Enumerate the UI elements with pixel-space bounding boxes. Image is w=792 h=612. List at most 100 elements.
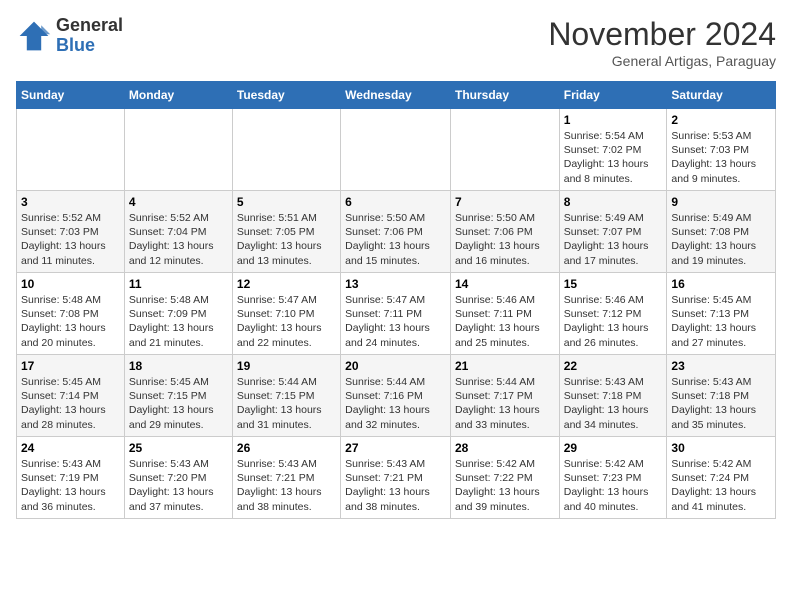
calendar-cell: 30 Sunrise: 5:42 AM Sunset: 7:24 PM Dayli… <box>667 437 776 519</box>
calendar-cell: 14Sunrise: 5:46 AM Sunset: 7:11 PM Dayli… <box>450 273 559 355</box>
day-number: 2 <box>671 113 771 127</box>
day-number: 26 <box>237 441 336 455</box>
day-number: 11 <box>129 277 228 291</box>
day-info: Sunrise: 5:43 AM Sunset: 7:21 PM Dayligh… <box>237 457 336 514</box>
calendar-cell: 27 Sunrise: 5:43 AM Sunset: 7:21 PM Dayli… <box>341 437 451 519</box>
calendar-week-4: 17Sunrise: 5:45 AM Sunset: 7:14 PM Dayli… <box>17 355 776 437</box>
day-header-monday: Monday <box>124 82 232 109</box>
day-number: 16 <box>671 277 771 291</box>
calendar-cell: 26 Sunrise: 5:43 AM Sunset: 7:21 PM Dayli… <box>232 437 340 519</box>
day-info: Sunrise: 5:49 AM Sunset: 7:08 PM Dayligh… <box>671 211 771 268</box>
calendar-cell: 10 Sunrise: 5:48 AM Sunset: 7:08 PM Dayli… <box>17 273 125 355</box>
calendar-cell: 1Sunrise: 5:54 AM Sunset: 7:02 PM Daylig… <box>559 109 667 191</box>
day-info: Sunrise: 5:48 AM Sunset: 7:08 PM Dayligh… <box>21 293 120 350</box>
day-info: Sunrise: 5:45 AM Sunset: 7:15 PM Dayligh… <box>129 375 228 432</box>
calendar-cell: 23 Sunrise: 5:43 AM Sunset: 7:18 PM Dayli… <box>667 355 776 437</box>
day-info: Sunrise: 5:53 AM Sunset: 7:03 PM Dayligh… <box>671 129 771 186</box>
day-number: 21 <box>455 359 555 373</box>
title-block: November 2024 General Artigas, Paraguay <box>548 16 776 69</box>
day-header-friday: Friday <box>559 82 667 109</box>
day-header-tuesday: Tuesday <box>232 82 340 109</box>
day-header-sunday: Sunday <box>17 82 125 109</box>
day-info: Sunrise: 5:45 AM Sunset: 7:13 PM Dayligh… <box>671 293 771 350</box>
day-number: 7 <box>455 195 555 209</box>
day-header-wednesday: Wednesday <box>341 82 451 109</box>
calendar-cell: 19 Sunrise: 5:44 AM Sunset: 7:15 PM Dayli… <box>232 355 340 437</box>
calendar-week-3: 10 Sunrise: 5:48 AM Sunset: 7:08 PM Dayli… <box>17 273 776 355</box>
day-info: Sunrise: 5:49 AM Sunset: 7:07 PM Dayligh… <box>564 211 663 268</box>
calendar-week-5: 24 Sunrise: 5:43 AM Sunset: 7:19 PM Dayli… <box>17 437 776 519</box>
day-info: Sunrise: 5:47 AM Sunset: 7:11 PM Dayligh… <box>345 293 446 350</box>
day-info: Sunrise: 5:48 AM Sunset: 7:09 PM Dayligh… <box>129 293 228 350</box>
day-number: 30 <box>671 441 771 455</box>
calendar-week-1: 1Sunrise: 5:54 AM Sunset: 7:02 PM Daylig… <box>17 109 776 191</box>
day-number: 9 <box>671 195 771 209</box>
calendar-table: SundayMondayTuesdayWednesdayThursdayFrid… <box>16 81 776 519</box>
calendar-header-row: SundayMondayTuesdayWednesdayThursdayFrid… <box>17 82 776 109</box>
calendar-cell: 22 Sunrise: 5:43 AM Sunset: 7:18 PM Dayli… <box>559 355 667 437</box>
day-number: 10 <box>21 277 120 291</box>
day-info: Sunrise: 5:43 AM Sunset: 7:18 PM Dayligh… <box>564 375 663 432</box>
calendar-cell: 24 Sunrise: 5:43 AM Sunset: 7:19 PM Dayli… <box>17 437 125 519</box>
calendar-cell <box>341 109 451 191</box>
day-info: Sunrise: 5:43 AM Sunset: 7:18 PM Dayligh… <box>671 375 771 432</box>
day-number: 23 <box>671 359 771 373</box>
day-info: Sunrise: 5:52 AM Sunset: 7:04 PM Dayligh… <box>129 211 228 268</box>
day-info: Sunrise: 5:43 AM Sunset: 7:19 PM Dayligh… <box>21 457 120 514</box>
day-info: Sunrise: 5:44 AM Sunset: 7:17 PM Dayligh… <box>455 375 555 432</box>
day-header-saturday: Saturday <box>667 82 776 109</box>
day-number: 24 <box>21 441 120 455</box>
calendar-cell <box>450 109 559 191</box>
day-number: 20 <box>345 359 446 373</box>
calendar-cell: 16 Sunrise: 5:45 AM Sunset: 7:13 PM Dayli… <box>667 273 776 355</box>
day-number: 4 <box>129 195 228 209</box>
calendar-cell: 21 Sunrise: 5:44 AM Sunset: 7:17 PM Dayli… <box>450 355 559 437</box>
day-number: 18 <box>129 359 228 373</box>
day-info: Sunrise: 5:44 AM Sunset: 7:16 PM Dayligh… <box>345 375 446 432</box>
calendar-cell: 8 Sunrise: 5:49 AM Sunset: 7:07 PM Daylig… <box>559 191 667 273</box>
calendar-cell: 4 Sunrise: 5:52 AM Sunset: 7:04 PM Daylig… <box>124 191 232 273</box>
calendar-cell: 18 Sunrise: 5:45 AM Sunset: 7:15 PM Dayli… <box>124 355 232 437</box>
logo-icon <box>16 18 52 54</box>
day-number: 12 <box>237 277 336 291</box>
day-number: 8 <box>564 195 663 209</box>
calendar-cell: 25 Sunrise: 5:43 AM Sunset: 7:20 PM Dayli… <box>124 437 232 519</box>
calendar-cell: 28 Sunrise: 5:42 AM Sunset: 7:22 PM Dayli… <box>450 437 559 519</box>
day-number: 15 <box>564 277 663 291</box>
day-number: 29 <box>564 441 663 455</box>
day-number: 17 <box>21 359 120 373</box>
day-info: Sunrise: 5:46 AM Sunset: 7:12 PM Dayligh… <box>564 293 663 350</box>
calendar-cell: 7Sunrise: 5:50 AM Sunset: 7:06 PM Daylig… <box>450 191 559 273</box>
calendar-cell: 15 Sunrise: 5:46 AM Sunset: 7:12 PM Dayli… <box>559 273 667 355</box>
day-info: Sunrise: 5:42 AM Sunset: 7:24 PM Dayligh… <box>671 457 771 514</box>
location-subtitle: General Artigas, Paraguay <box>548 53 776 69</box>
day-number: 27 <box>345 441 446 455</box>
calendar-cell <box>232 109 340 191</box>
day-number: 6 <box>345 195 446 209</box>
day-number: 25 <box>129 441 228 455</box>
day-info: Sunrise: 5:42 AM Sunset: 7:23 PM Dayligh… <box>564 457 663 514</box>
day-number: 28 <box>455 441 555 455</box>
calendar-cell: 17Sunrise: 5:45 AM Sunset: 7:14 PM Dayli… <box>17 355 125 437</box>
calendar-cell <box>17 109 125 191</box>
calendar-cell: 13 Sunrise: 5:47 AM Sunset: 7:11 PM Dayli… <box>341 273 451 355</box>
day-info: Sunrise: 5:43 AM Sunset: 7:21 PM Dayligh… <box>345 457 446 514</box>
calendar-cell: 9 Sunrise: 5:49 AM Sunset: 7:08 PM Daylig… <box>667 191 776 273</box>
day-number: 19 <box>237 359 336 373</box>
day-number: 1 <box>564 113 663 127</box>
calendar-cell: 6Sunrise: 5:50 AM Sunset: 7:06 PM Daylig… <box>341 191 451 273</box>
calendar-cell: 29 Sunrise: 5:42 AM Sunset: 7:23 PM Dayli… <box>559 437 667 519</box>
day-number: 22 <box>564 359 663 373</box>
month-title: November 2024 <box>548 16 776 53</box>
day-info: Sunrise: 5:42 AM Sunset: 7:22 PM Dayligh… <box>455 457 555 514</box>
day-header-thursday: Thursday <box>450 82 559 109</box>
calendar-week-2: 3Sunrise: 5:52 AM Sunset: 7:03 PM Daylig… <box>17 191 776 273</box>
calendar-cell: 12Sunrise: 5:47 AM Sunset: 7:10 PM Dayli… <box>232 273 340 355</box>
calendar-cell: 11 Sunrise: 5:48 AM Sunset: 7:09 PM Dayli… <box>124 273 232 355</box>
day-info: Sunrise: 5:44 AM Sunset: 7:15 PM Dayligh… <box>237 375 336 432</box>
day-number: 13 <box>345 277 446 291</box>
day-number: 3 <box>21 195 120 209</box>
day-info: Sunrise: 5:43 AM Sunset: 7:20 PM Dayligh… <box>129 457 228 514</box>
logo-text: General Blue <box>56 16 123 56</box>
calendar-cell: 5Sunrise: 5:51 AM Sunset: 7:05 PM Daylig… <box>232 191 340 273</box>
